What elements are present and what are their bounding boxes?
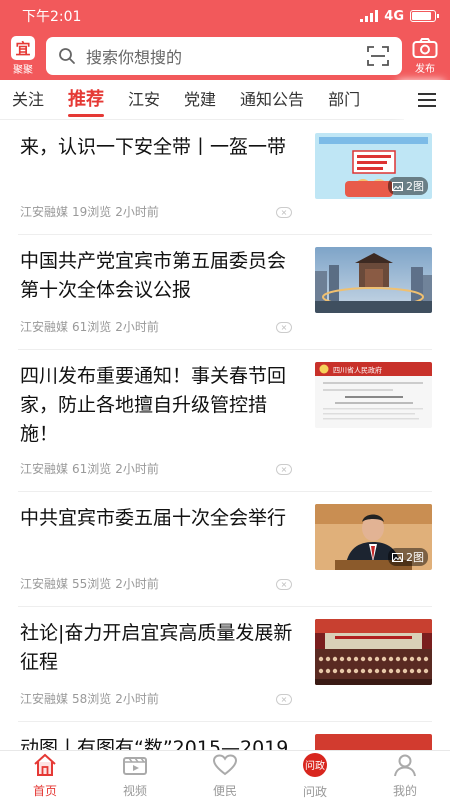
news-item[interactable]: 来，认识一下安全带丨一盔一带江安融媒 19浏览 2小时前 × 2图 [18,121,432,235]
svg-text:问政: 问政 [305,759,325,772]
logo-label: 聚聚 [13,65,33,76]
news-views: 58浏览 [72,692,112,706]
svg-text:四川省人民政府: 四川省人民政府 [333,366,382,375]
dismiss-icon[interactable]: × [276,322,292,333]
menu-icon [418,93,436,107]
news-source: 江安融媒 [20,577,69,591]
news-item[interactable]: 动图丨有图有“数”2015—2019 [18,722,432,750]
news-item[interactable]: 社论|奋力开启宜宾高质量发展新征程江安融媒 58浏览 2小时前 × [18,607,432,722]
app-logo[interactable]: 宜 聚聚 [8,36,38,76]
battery-icon [410,10,439,22]
camera-icon [412,38,438,58]
news-source: 江安融媒 [20,205,69,219]
dismiss-icon[interactable]: × [276,694,292,705]
news-item[interactable]: 中共宜宾市委五届十次全会举行江安融媒 55浏览 2小时前 × 2图 [18,492,432,607]
scan-icon[interactable] [366,45,390,67]
news-meta: 江安融媒 61浏览 2小时前 [20,460,163,477]
tab-0[interactable]: 关注 [0,80,56,120]
home-icon [32,753,58,780]
status-indicators: 4G [360,8,439,24]
user-icon [392,753,418,780]
news-title[interactable]: 来，认识一下安全带丨一盔一带 [20,133,300,162]
video-icon [122,753,148,780]
dismiss-icon[interactable]: × [276,207,292,218]
network-label: 4G [384,8,404,24]
news-title[interactable]: 四川发布重要通知！事关春节回家，防止各地擅自升级管控措施！ [20,362,300,449]
news-meta: 江安融媒 61浏览 2小时前 [20,318,163,335]
news-meta: 江安融媒 55浏览 2小时前 [20,575,163,592]
image-count-badge: 2图 [388,548,428,566]
nav-heart[interactable]: 便民 [180,751,270,800]
channel-menu-button[interactable] [404,80,450,120]
bottom-nav: 首页 视频 便民 问政 问政 我的 [0,750,450,800]
dismiss-icon[interactable]: × [276,579,292,590]
nav-video[interactable]: 视频 [90,751,180,800]
wenzheng-icon: 问政 [301,752,329,781]
news-item[interactable]: 四川发布重要通知！事关春节回家，防止各地擅自升级管控措施！ 江安融媒 61浏览 2小时… [18,350,432,492]
status-time: 下午2:01 [22,9,82,25]
news-views: 55浏览 [72,577,112,591]
tab-2[interactable]: 江安 [116,80,172,120]
image-icon [392,552,403,562]
image-icon [392,181,403,191]
news-time: 2小时前 [115,462,159,476]
news-views: 19浏览 [72,205,112,219]
news-source: 江安融媒 [20,462,69,476]
news-thumbnail[interactable] [315,247,432,313]
news-thumbnail[interactable]: 2图 [315,504,432,570]
channel-tabs: 关注 推荐 江安 党建 通知公告 部门 [0,80,450,120]
news-time: 2小时前 [115,692,159,706]
image-count: 2图 [406,180,424,193]
news-feed: 来，认识一下安全带丨一盔一带 江安融媒 19浏览 2小时前 × 2图 中国共产党宜宾市第五届… [0,121,450,750]
dismiss-icon[interactable]: × [276,464,292,475]
nav-wenzheng[interactable]: 问政 问政 [270,751,360,800]
news-thumbnail[interactable] [315,734,432,750]
tab-4[interactable]: 通知公告 [228,80,316,120]
image-count-badge: 2图 [388,177,428,195]
nav-user[interactable]: 我的 [360,751,450,800]
status-bar: 下午2:01 4G [0,0,450,32]
news-views: 61浏览 [72,462,112,476]
top-header: 宜 聚聚 搜索你想搜的 发布 [0,32,450,80]
tab-5[interactable]: 部门 [316,80,372,120]
heart-icon [212,753,238,780]
news-title[interactable]: 中共宜宾市委五届十次全会举行 [20,504,300,533]
news-item[interactable]: 中国共产党宜宾市第五届委员会第十次全体会议公报江安融媒 61浏览 2小时前 × [18,235,432,350]
news-thumbnail[interactable]: 2图 [315,133,432,199]
image-count: 2图 [406,551,424,564]
news-title[interactable]: 中国共产党宜宾市第五届委员会第十次全体会议公报 [20,247,300,305]
news-title[interactable]: 社论|奋力开启宜宾高质量发展新征程 [20,619,300,677]
news-source: 江安融媒 [20,320,69,334]
search-icon [59,48,75,64]
news-time: 2小时前 [115,320,159,334]
nav-label: 我的 [392,783,417,798]
news-time: 2小时前 [115,577,159,591]
publish-label: 发布 [415,64,435,75]
nav-label: 首页 [32,783,57,798]
tab-1[interactable]: 推荐 [56,80,116,120]
signal-icon [360,10,379,22]
logo-mark: 宜 [11,36,35,60]
news-title[interactable]: 动图丨有图有“数”2015—2019 [20,734,300,750]
news-meta: 江安融媒 58浏览 2小时前 [20,690,163,707]
tab-3[interactable]: 党建 [172,80,228,120]
nav-home[interactable]: 首页 [0,751,90,800]
news-thumbnail[interactable] [315,619,432,685]
publish-button[interactable]: 发布 [410,37,440,75]
news-views: 61浏览 [72,320,112,334]
search-bar[interactable]: 搜索你想搜的 [46,37,402,75]
nav-label: 视频 [122,783,147,798]
search-input[interactable]: 搜索你想搜的 [86,44,366,68]
nav-label: 便民 [212,783,237,798]
news-time: 2小时前 [115,205,159,219]
news-source: 江安融媒 [20,692,69,706]
news-thumbnail[interactable]: 四川省人民政府 [315,362,432,428]
nav-label: 问政 [302,784,327,799]
news-meta: 江安融媒 19浏览 2小时前 [20,203,163,220]
